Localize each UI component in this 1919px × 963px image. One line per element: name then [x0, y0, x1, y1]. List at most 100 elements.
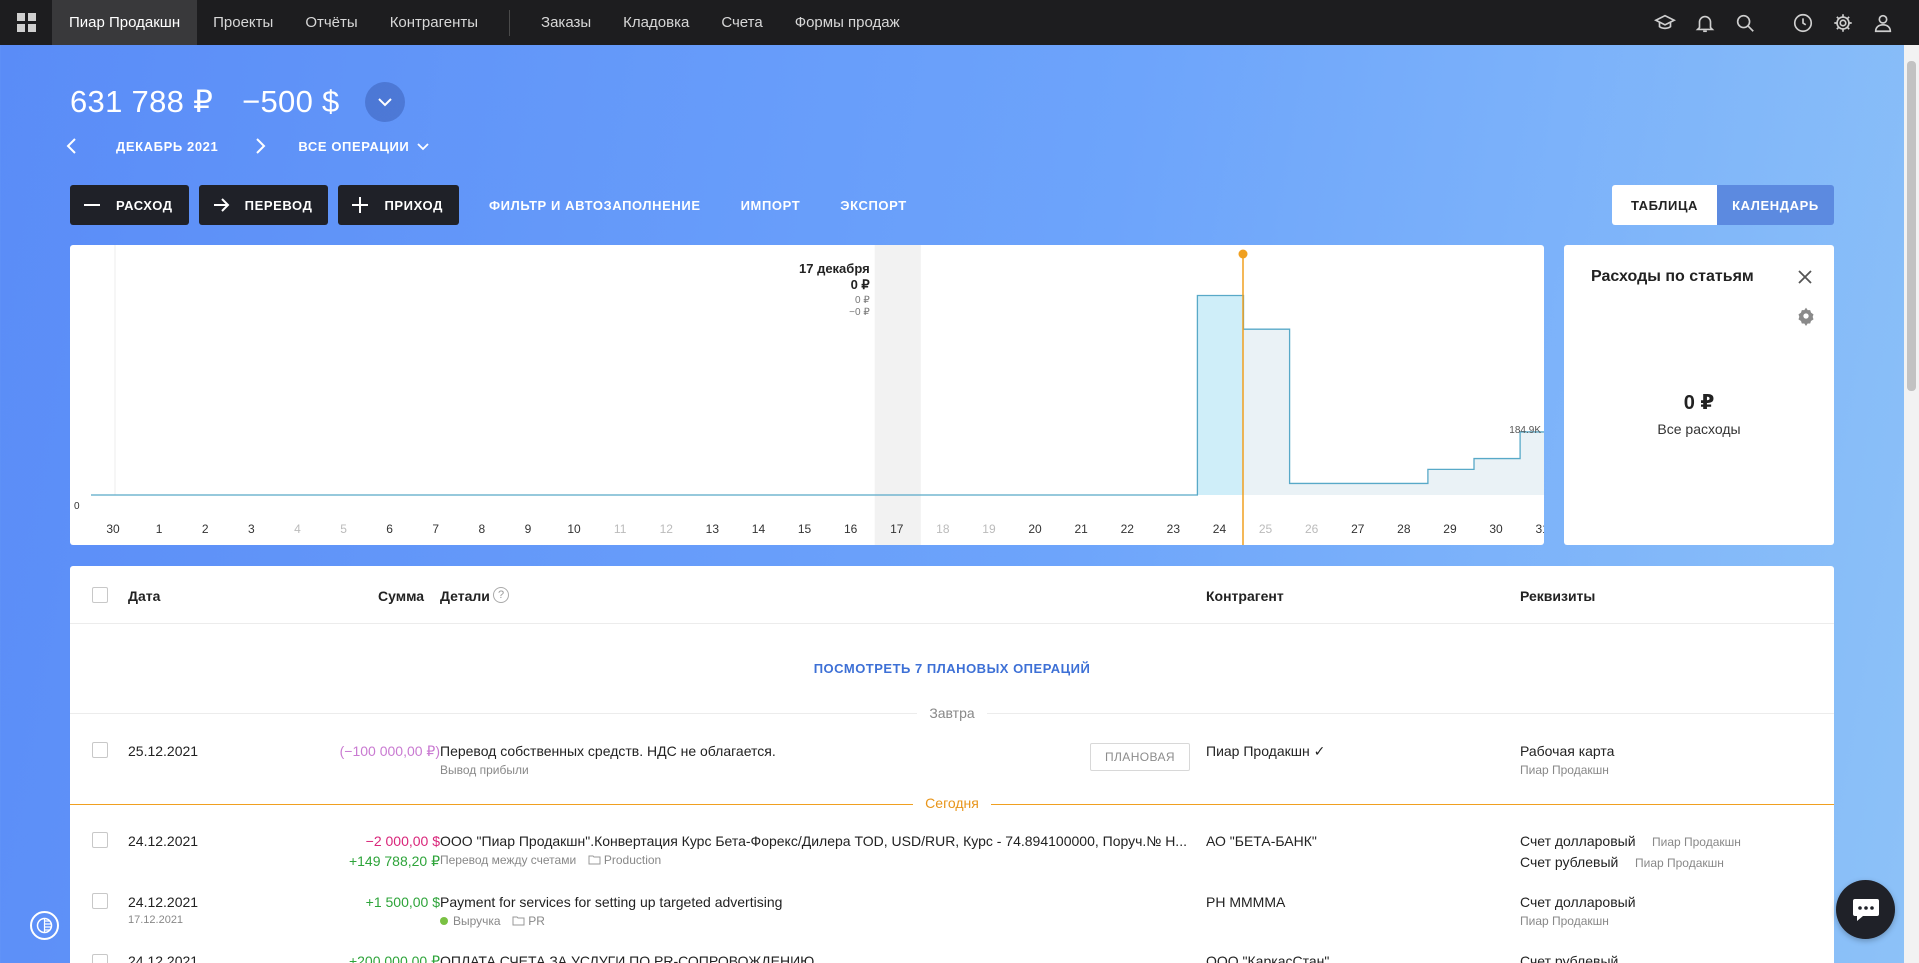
row-category: Вывод прибыли: [440, 763, 529, 777]
operations-filter-label: ВСЕ ОПЕРАЦИИ: [298, 138, 410, 154]
gear-icon[interactable]: [1796, 306, 1816, 330]
chat-button[interactable]: [1836, 880, 1895, 939]
row-counterparty[interactable]: ООО "КаркасСтан": [1206, 953, 1329, 963]
chart-x-tick-label: 2: [202, 522, 209, 536]
gear-icon[interactable]: [1823, 0, 1863, 45]
row-checkbox[interactable]: [92, 954, 108, 963]
row-counterparty[interactable]: АО "БЕТА-БАНК": [1206, 833, 1317, 849]
nav-item-accounts[interactable]: Счета: [705, 0, 778, 45]
nav-item-storage[interactable]: Кладовка: [607, 0, 705, 45]
expense-button-label: РАСХОД: [116, 197, 173, 213]
nav-item-sales-forms[interactable]: Формы продаж: [779, 0, 916, 45]
operations-filter-dropdown[interactable]: ВСЕ ОПЕРАЦИИ: [298, 139, 429, 154]
chevron-right-icon: [256, 138, 266, 154]
minus-icon: [82, 195, 102, 215]
contrast-icon: [36, 917, 53, 934]
chart-x-tick-label: 3: [248, 522, 255, 536]
chart-tooltip-line: −0 ₽: [849, 307, 870, 318]
expenses-by-category-panel: Расходы по статьям 0 ₽ Все расходы: [1564, 245, 1834, 545]
import-link[interactable]: ИМПОРТ: [741, 198, 801, 213]
chart-tooltip-total: 0 ₽: [851, 277, 871, 292]
row-title[interactable]: Перевод собственных средств. НДС не обла…: [440, 743, 776, 759]
user-icon[interactable]: [1863, 0, 1903, 45]
row-checkbox[interactable]: [92, 742, 108, 758]
top-nav: Пиар Продакшн Проекты Отчёты Контрагенты…: [0, 0, 1919, 45]
nav-item-counterparties[interactable]: Контрагенты: [374, 0, 494, 45]
row-requisite: Счет долларовый: [1520, 894, 1636, 910]
row-category: Выручка PR: [440, 914, 545, 928]
row-requisite: Счет рублевый: [1520, 953, 1619, 963]
row-requisite-owner: Пиар Продакшн: [1520, 914, 1609, 928]
row-amount: +1 500,00 $: [365, 894, 440, 910]
section-tomorrow: Завтра: [70, 705, 1834, 721]
folder-icon: [512, 916, 525, 926]
column-header-amount[interactable]: Сумма: [378, 588, 424, 604]
chart-x-tick-label: 24: [1213, 522, 1227, 536]
chart-tooltip-date: 17 декабря: [799, 261, 870, 276]
view-calendar-button[interactable]: КАЛЕНДАРЬ: [1717, 185, 1834, 225]
row-project-label: Production: [603, 853, 662, 867]
current-period[interactable]: ДЕКАБРЬ 2021: [116, 139, 218, 154]
chart-hover-column: [874, 245, 921, 545]
next-month-button[interactable]: [250, 136, 270, 156]
row-amount: −2 000,00 $: [365, 833, 440, 849]
chart-today-bar: [1197, 295, 1244, 495]
column-header-date[interactable]: Дата: [128, 588, 160, 604]
view-planned-operations-link[interactable]: ПОСМОТРЕТЬ 7 ПЛАНОВЫХ ОПЕРАЦИЙ: [70, 661, 1834, 676]
nav-item-company[interactable]: Пиар Продакшн: [52, 0, 198, 45]
search-icon[interactable]: [1725, 0, 1765, 45]
close-icon[interactable]: [1797, 269, 1813, 289]
clock-icon[interactable]: [1783, 0, 1823, 45]
filter-autofill-link[interactable]: ФИЛЬТР И АВТОЗАПОЛНЕНИЕ: [489, 198, 701, 213]
arrow-right-icon: [211, 195, 231, 215]
theme-toggle-button[interactable]: [30, 911, 59, 940]
expense-button[interactable]: РАСХОД: [70, 185, 189, 225]
row-category: Перевод между счетами Production: [440, 853, 661, 867]
row-title[interactable]: ОПЛАТА СЧЕТА ЗА УСЛУГИ ПО PR-СОПРОВОЖДЕН…: [440, 953, 814, 963]
chart-x-tick-label: 4: [294, 522, 301, 536]
row-counterparty[interactable]: Пиар Продакшн ✓: [1206, 743, 1325, 760]
row-counterparty[interactable]: PH MMMMA: [1206, 894, 1285, 910]
row-title[interactable]: ООО "Пиар Продакшн".Конвертация Курс Бет…: [440, 833, 1187, 849]
row-requisite: Рабочая карта: [1520, 743, 1615, 759]
page-scrollbar[interactable]: [1904, 45, 1919, 963]
balance-expand-button[interactable]: [364, 82, 405, 122]
view-table-button[interactable]: ТАБЛИЦА: [1612, 185, 1717, 225]
row-amount-secondary: +149 788,20 ₽: [348, 853, 440, 869]
column-header-details[interactable]: Детали: [440, 588, 490, 604]
export-link[interactable]: ЭКСПОРТ: [840, 198, 907, 213]
nav-item-reports[interactable]: Отчёты: [289, 0, 373, 45]
row-checkbox[interactable]: [92, 832, 108, 848]
income-button[interactable]: ПРИХОД: [338, 185, 459, 225]
row-requisite: Счет долларовый: [1520, 833, 1636, 849]
bell-icon[interactable]: [1685, 0, 1725, 45]
category-color-dot: [440, 917, 448, 925]
graduation-cap-icon[interactable]: [1645, 0, 1685, 45]
help-icon[interactable]: ?: [493, 587, 509, 603]
nav-item-projects[interactable]: Проекты: [197, 0, 289, 45]
apps-menu-button[interactable]: [0, 0, 52, 45]
row-title[interactable]: Payment for services for setting up targ…: [440, 894, 782, 910]
row-date-secondary: 17.12.2021: [128, 914, 184, 926]
chevron-left-icon: [66, 138, 76, 154]
nav-divider: [509, 9, 511, 36]
column-header-counterparty[interactable]: Контрагент: [1206, 588, 1284, 604]
select-all-checkbox[interactable]: [92, 587, 108, 603]
chart-series-line: [91, 294, 1544, 496]
row-requisite-owner: Пиар Продакшн: [1520, 763, 1609, 777]
transfer-button[interactable]: ПЕРЕВОД: [198, 185, 329, 225]
chart-x-tick-label: 26: [1305, 522, 1319, 536]
income-button-label: ПРИХОД: [384, 197, 443, 213]
chevron-down-icon: [417, 143, 429, 151]
chart-x-tick-label: 15: [798, 522, 812, 536]
prev-month-button[interactable]: [62, 136, 82, 156]
balance-usd: −500 $: [242, 84, 340, 119]
folder-icon: [588, 855, 601, 865]
nav-item-orders[interactable]: Заказы: [525, 0, 607, 45]
scrollbar-thumb[interactable]: [1907, 61, 1916, 391]
cashflow-chart[interactable]: 30 1 2 3 4 5 6 7 8 9 10 11 12 13 14 15 16 17 18 19 20 21 22 23 2…: [70, 245, 1544, 545]
row-date: 24.12.2021: [128, 894, 199, 910]
column-header-requisites[interactable]: Реквизиты: [1520, 588, 1595, 604]
chart-area-fill: [91, 295, 1544, 495]
row-checkbox[interactable]: [92, 893, 108, 909]
